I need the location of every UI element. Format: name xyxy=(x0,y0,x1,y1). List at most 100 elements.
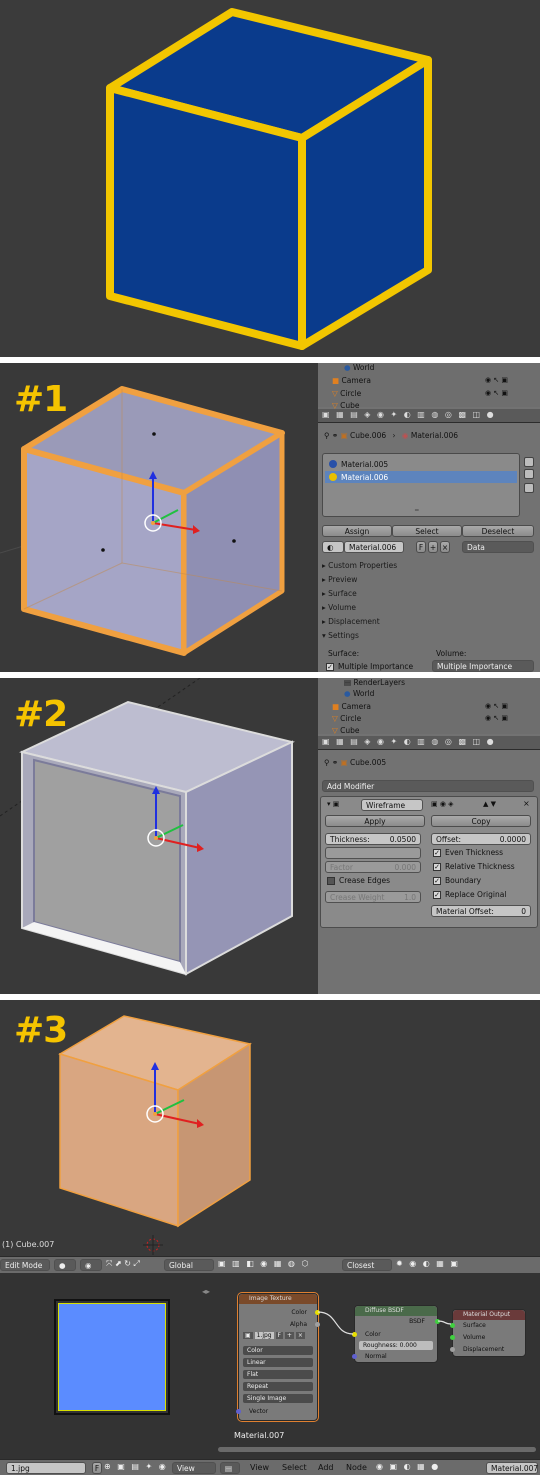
tab-icons[interactable]: ▣ ▦ ▤ ◈ ◉ ✦ ◐ ▥ ◍ ◎ ▩ ◫ ● xyxy=(322,737,496,746)
link-mode-select[interactable]: Data xyxy=(462,541,534,553)
outliner-item[interactable]: ▽ Circle xyxy=(332,389,361,398)
section-surface[interactable]: ▸ Surface xyxy=(322,589,357,598)
collapse-icon[interactable]: ▾ ▣ xyxy=(327,800,339,808)
orientation-select[interactable]: Global xyxy=(164,1259,214,1271)
crease-edges-checkbox[interactable] xyxy=(327,877,335,885)
apply-button[interactable]: Apply xyxy=(325,815,425,827)
socket-alpha-out[interactable] xyxy=(315,1322,320,1327)
pin-icon[interactable]: ⚲ ⚭ xyxy=(324,758,338,767)
remove-slot-button[interactable] xyxy=(524,469,534,479)
material-name-field[interactable]: Material.006 xyxy=(344,541,404,553)
surface-sampling-value[interactable]: Multiple Importance xyxy=(338,662,413,671)
node-panel-toggle[interactable]: ◂▸ xyxy=(202,1287,210,1296)
offset-field[interactable]: Offset: 0.0000 xyxy=(431,833,531,845)
select-mode-icons[interactable]: ▣ ▥ ◧ ◉ ▦ ◍ ⬡ xyxy=(218,1259,310,1268)
modifier-display-icons[interactable]: ▣ ◉ ◈ xyxy=(431,800,454,808)
new-material-button[interactable]: + xyxy=(428,541,438,553)
assign-button[interactable]: Assign xyxy=(322,525,392,537)
projection-select[interactable]: Flat xyxy=(243,1370,313,1379)
material-offset-field[interactable]: Material Offset: 0 xyxy=(431,905,531,917)
source-select[interactable]: Single Image xyxy=(243,1394,313,1403)
socket-bsdf-out[interactable] xyxy=(435,1319,440,1324)
vertex-group-field[interactable] xyxy=(325,847,421,859)
outliner-item[interactable]: ■ Camera xyxy=(332,702,371,711)
slot-menu-button[interactable] xyxy=(524,483,534,493)
eye-icon[interactable]: ◉ ↖ ▣ xyxy=(485,376,508,384)
outliner-item[interactable]: ● World xyxy=(344,363,374,372)
material-slot-list[interactable]: Material.005 Material.006 ═ xyxy=(322,453,520,517)
eye-icon[interactable]: ◉ ↖ ▣ xyxy=(485,389,508,397)
pivot-select[interactable]: ◉ xyxy=(80,1259,102,1271)
volume-sampling-select[interactable]: Multiple Importance xyxy=(432,660,534,672)
interpolation-select[interactable]: Linear xyxy=(243,1358,313,1367)
view-select[interactable]: View xyxy=(172,1462,216,1474)
socket-surface-in[interactable] xyxy=(450,1323,455,1328)
shader-type-icons[interactable]: ◉ ▣ ◐ ▦ ● xyxy=(376,1462,440,1471)
thickness-field[interactable]: Thickness: 0.0500 xyxy=(325,833,421,845)
tab-icons[interactable]: ▣ ▦ ▤ ◈ ◉ ✦ ◐ ▥ ◍ ◎ ▩ ◫ ● xyxy=(322,410,496,419)
unlink-button[interactable]: × xyxy=(440,541,450,553)
eye-icon[interactable]: ◉ ↖ ▣ xyxy=(485,702,508,710)
list-item-selected[interactable]: Material.006 xyxy=(325,471,517,483)
resize-handle[interactable]: ═ xyxy=(415,507,419,514)
snap-select[interactable]: Closest xyxy=(342,1259,392,1271)
node-header[interactable]: Material Output xyxy=(453,1310,525,1320)
outliner-item[interactable]: ▤ RenderLayers xyxy=(344,678,405,687)
fake-user-button[interactable]: F xyxy=(416,541,426,553)
add-modifier-select[interactable]: Add Modifier xyxy=(322,780,534,792)
factor-field[interactable]: Factor 0.000 xyxy=(325,861,421,873)
mode-select[interactable]: Edit Mode xyxy=(0,1259,50,1271)
crease-weight-field[interactable]: Crease Weight 1.0 xyxy=(325,891,421,903)
socket-volume-in[interactable] xyxy=(450,1335,455,1340)
snap-icons[interactable]: ✹ ◉ ◐ ▦ ▣ xyxy=(396,1259,460,1268)
select-button[interactable]: Select xyxy=(392,525,462,537)
horizontal-scrollbar[interactable] xyxy=(218,1447,536,1452)
outliner-item[interactable]: ▽ Circle xyxy=(332,714,361,723)
fake-user-button[interactable]: F xyxy=(92,1462,102,1474)
roughness-field[interactable]: Roughness: 0.000 xyxy=(359,1341,433,1350)
socket-displacement-in[interactable] xyxy=(450,1347,455,1352)
deselect-button[interactable]: Deselect xyxy=(462,525,534,537)
node-header[interactable]: Diffuse BSDF xyxy=(355,1306,437,1316)
close-icon[interactable]: × xyxy=(523,799,530,808)
socket-color-out[interactable] xyxy=(315,1310,320,1315)
relative-thickness-checkbox[interactable]: ✓ xyxy=(433,863,441,871)
shading-select[interactable]: ● xyxy=(54,1259,76,1271)
image-name-field[interactable]: 1.jpg xyxy=(6,1462,86,1474)
menu-node[interactable]: Node xyxy=(346,1463,367,1472)
section-custom-properties[interactable]: ▸ Custom Properties xyxy=(322,561,397,570)
properties-tabs[interactable]: ▣ ▦ ▤ ◈ ◉ ✦ ◐ ▥ ◍ ◎ ▩ ◫ ● xyxy=(318,736,540,750)
node-material-output[interactable]: Material Output Surface Volume Displacem… xyxy=(450,1309,526,1357)
outliner-item[interactable]: ● World xyxy=(344,689,374,698)
socket-color-in[interactable] xyxy=(352,1332,357,1337)
material-name-field[interactable]: Material.007 xyxy=(486,1462,538,1474)
socket-vector-in[interactable] xyxy=(236,1409,241,1414)
menu-view[interactable]: View xyxy=(250,1463,269,1472)
color-space-select[interactable]: Color xyxy=(243,1346,313,1355)
even-thickness-checkbox[interactable]: ✓ xyxy=(433,849,441,857)
copy-button[interactable]: Copy xyxy=(431,815,531,827)
properties-tabs[interactable]: ▣ ▦ ▤ ◈ ◉ ✦ ◐ ▥ ◍ ◎ ▩ ◫ ● xyxy=(318,409,540,423)
section-preview[interactable]: ▸ Preview xyxy=(322,575,357,584)
pin-icon[interactable]: ⚲ ⚭ xyxy=(324,431,338,440)
socket-normal-in[interactable] xyxy=(352,1354,357,1359)
material-browse[interactable]: ◐ xyxy=(322,541,344,553)
replace-original-checkbox[interactable]: ✓ xyxy=(433,891,441,899)
list-item[interactable]: Material.005 xyxy=(325,458,517,470)
boundary-checkbox[interactable]: ✓ xyxy=(433,877,441,885)
add-slot-button[interactable] xyxy=(524,457,534,467)
image-tool-icons[interactable]: ⊕ ▣ ▤ ✦ ◉ xyxy=(104,1462,168,1471)
modifier-name-field[interactable]: Wireframe xyxy=(361,799,423,811)
node-header[interactable]: Image Texture xyxy=(239,1294,317,1304)
menu-add[interactable]: Add xyxy=(318,1463,334,1472)
menu-select[interactable]: Select xyxy=(282,1463,307,1472)
node-diffuse-bsdf[interactable]: Diffuse BSDF BSDF Color Roughness: 0.000… xyxy=(352,1305,440,1363)
extension-select[interactable]: Repeat xyxy=(243,1382,313,1391)
move-up-icon[interactable]: ▲ ▼ xyxy=(483,800,496,808)
section-settings[interactable]: ▾ Settings xyxy=(322,631,359,640)
section-volume[interactable]: ▸ Volume xyxy=(322,603,356,612)
surface-checkbox[interactable]: ✓ xyxy=(326,663,334,671)
manipulator-icons[interactable]: ⤧ ⬈ ↻ ⤢ xyxy=(106,1259,140,1269)
outliner-item[interactable]: ■ Camera xyxy=(332,376,371,385)
section-displacement[interactable]: ▸ Displacement xyxy=(322,617,380,626)
